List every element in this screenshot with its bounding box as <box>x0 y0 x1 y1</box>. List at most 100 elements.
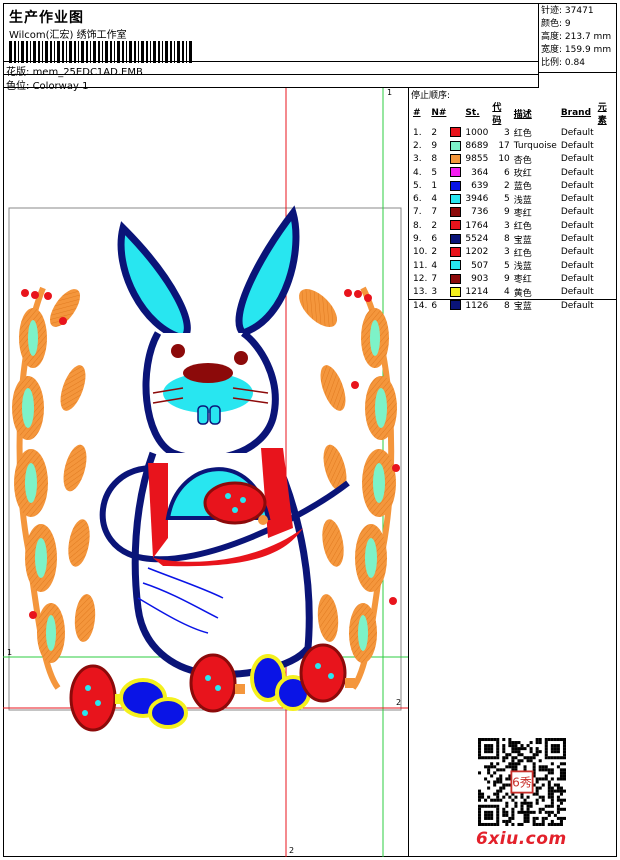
qr-finder <box>481 756 485 760</box>
qr-finder <box>547 738 551 742</box>
qr-module <box>496 792 500 796</box>
qr-module <box>526 795 530 799</box>
qr-module <box>502 786 506 790</box>
row-swatch <box>448 232 463 245</box>
qr-module <box>499 798 503 802</box>
qr-module <box>559 768 563 772</box>
qr-finder <box>478 807 482 811</box>
barcode-bar <box>182 41 184 63</box>
row-stitches: 8689 <box>465 140 489 151</box>
qr-module <box>526 807 530 811</box>
stat-value: 9 <box>564 19 571 29</box>
qr-module <box>478 795 482 799</box>
qr-module <box>547 810 551 814</box>
barcode-bar <box>74 41 76 63</box>
stat-value: 37471 <box>564 6 594 16</box>
qr-module <box>505 813 509 817</box>
qr-module <box>517 762 521 766</box>
embroidery-artwork <box>3 88 408 857</box>
qr-module <box>541 819 545 823</box>
qr-module <box>520 747 524 751</box>
qr-module <box>511 822 515 826</box>
row-stitches: 1202 <box>465 247 489 258</box>
qr-finder <box>550 750 554 754</box>
qr-module <box>550 810 554 814</box>
row-brand: Default <box>560 194 594 205</box>
row-stitches: 507 <box>471 260 489 271</box>
qr-finder <box>559 756 563 760</box>
guide-label-h2: 2 <box>396 698 402 707</box>
row-element <box>596 286 617 299</box>
color-legend: 停止顺序: # N# St. 代码 描述 Brand 元素 1. 2 1000 3 红色… <box>409 88 617 312</box>
row-code: 6 <box>504 167 510 178</box>
qr-module <box>484 798 488 802</box>
design-file: 花版: mem_25EDC1AD.EMB <box>6 63 143 78</box>
qr-module <box>520 807 524 811</box>
stat-value: 159.9 mm <box>564 45 612 55</box>
row-stitches: 1126 <box>465 300 489 311</box>
qr-module <box>550 804 554 808</box>
qr-module <box>511 765 515 769</box>
qr-module <box>541 816 545 820</box>
qr-module <box>541 777 545 781</box>
qr-module <box>529 801 533 805</box>
row-needle: 9 <box>431 140 438 151</box>
qr-finder <box>481 804 485 808</box>
row-desc: 黄色 <box>513 288 532 299</box>
qr-module <box>514 801 518 805</box>
qr-module <box>514 747 518 751</box>
qr-module <box>496 768 500 772</box>
row-stitches: 903 <box>471 273 489 284</box>
qr-finder <box>496 756 500 760</box>
qr-module <box>502 810 506 814</box>
row-brand: Default <box>560 247 594 258</box>
qr-finder <box>490 804 494 808</box>
qr-module <box>508 744 512 748</box>
row-desc: 枣红 <box>513 208 532 219</box>
barcode-bar <box>50 41 52 63</box>
barcode-bar <box>162 41 163 63</box>
qr-module <box>532 762 536 766</box>
qr-finder <box>553 750 557 754</box>
qr-finder <box>490 738 494 742</box>
row-desc: 浅蓝 <box>513 262 532 273</box>
qr-module <box>517 750 521 754</box>
qr-module <box>550 789 554 793</box>
qr-module <box>502 783 506 787</box>
qr-finder <box>487 804 491 808</box>
qr-module <box>517 822 521 826</box>
row-code: 3 <box>504 247 510 258</box>
qr-module <box>535 741 539 745</box>
qr-module <box>502 819 506 823</box>
barcode-bar <box>78 41 79 63</box>
qr-module <box>484 777 488 781</box>
barcode-bar <box>30 41 31 63</box>
qr-finder <box>484 822 488 826</box>
qr-finder <box>559 738 563 742</box>
qr-finder <box>562 747 566 751</box>
qr-module <box>538 768 542 772</box>
row-element <box>596 259 617 272</box>
barcode-bar <box>81 41 84 63</box>
row-desc: 红色 <box>513 248 532 259</box>
row-code: 17 <box>498 140 510 151</box>
qr-module <box>550 822 554 826</box>
qr-module <box>499 786 503 790</box>
row-swatch <box>448 192 463 205</box>
qr-module <box>481 795 485 799</box>
qr-module <box>493 783 497 787</box>
qr-module <box>541 768 545 772</box>
qr-finder <box>487 747 491 751</box>
qr-finder <box>544 753 548 757</box>
qr-module <box>550 768 554 772</box>
qr-module <box>541 822 545 826</box>
row-needle: 2 <box>431 247 438 258</box>
stat-label: 比例: <box>541 58 563 68</box>
guide-label-v2: 2 <box>289 846 295 855</box>
color-table: # N# St. 代码 描述 Brand 元素 1. 2 1000 3 红色 Defaul… <box>411 100 617 312</box>
row-desc: 宝蓝 <box>513 302 532 312</box>
design-canvas: 1 1 2 2 <box>3 88 409 857</box>
qr-finder <box>496 813 500 817</box>
qr-finder <box>478 750 482 754</box>
row-stitches: 5524 <box>465 234 489 245</box>
